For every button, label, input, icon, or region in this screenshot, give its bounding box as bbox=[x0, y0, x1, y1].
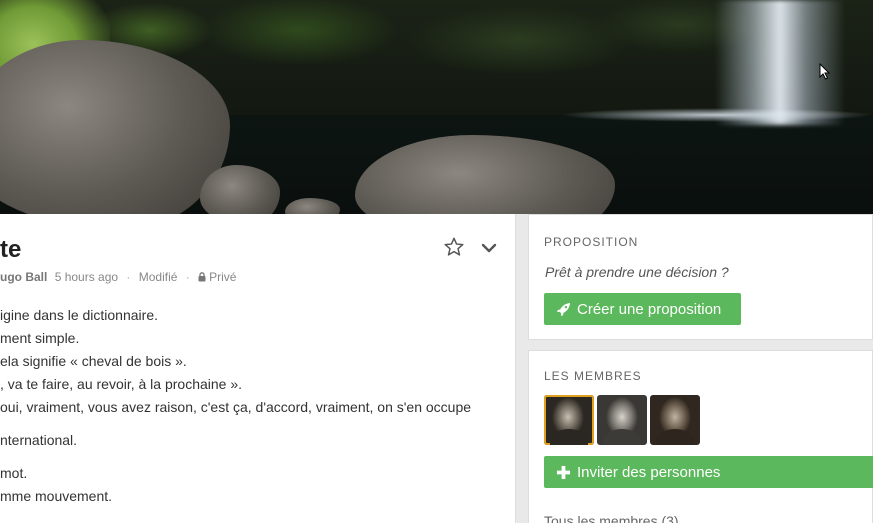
chevron-down-icon[interactable] bbox=[480, 240, 498, 256]
separator: · bbox=[126, 270, 131, 284]
discussion-card: te ugo Ball 5 hours ago · Modifié · Priv… bbox=[0, 214, 516, 523]
body-line: ment simple. bbox=[0, 330, 80, 346]
avatar[interactable] bbox=[544, 395, 594, 445]
body-line: oui, vraiment, vous avez raison, c'est ç… bbox=[0, 399, 472, 415]
body-line: igine dans le dictionnaire. bbox=[0, 307, 158, 323]
body-line: mme mouvement. bbox=[0, 488, 113, 504]
plus-icon bbox=[556, 465, 571, 479]
proposal-heading: PROPOSITION bbox=[544, 235, 639, 249]
timestamp: 5 hours ago bbox=[54, 270, 119, 284]
create-proposal-label: Créer une proposition bbox=[577, 300, 722, 318]
discussion-body: igine dans le dictionnaire. ment simple.… bbox=[0, 304, 510, 508]
all-members-link[interactable]: Tous les membres (3) bbox=[544, 513, 679, 523]
discussion-meta: ugo Ball 5 hours ago · Modifié · Privé bbox=[0, 270, 236, 284]
body-line: mot. bbox=[0, 465, 28, 481]
proposal-panel: PROPOSITION Prêt à prendre une décision … bbox=[528, 214, 873, 340]
mouse-cursor-icon bbox=[819, 63, 831, 80]
edited-link[interactable]: Modifié bbox=[139, 270, 178, 284]
discussion-title: te bbox=[0, 236, 22, 263]
separator: · bbox=[185, 270, 190, 284]
sidebar: PROPOSITION Prêt à prendre une décision … bbox=[528, 214, 873, 523]
star-icon[interactable] bbox=[443, 236, 465, 258]
avatar[interactable] bbox=[650, 395, 700, 445]
mist bbox=[560, 108, 873, 122]
member-avatars bbox=[544, 395, 700, 445]
create-proposal-button[interactable]: Créer une proposition bbox=[544, 293, 741, 325]
privacy-label: Privé bbox=[209, 270, 237, 284]
body-line: , va te faire, au revoir, à la prochaine… bbox=[0, 376, 243, 392]
cover-image bbox=[0, 0, 873, 214]
author-link[interactable]: ugo Ball bbox=[0, 270, 47, 284]
proposal-prompt: Prêt à prendre une décision ? bbox=[545, 264, 729, 280]
body-line: nternational. bbox=[0, 432, 78, 448]
invite-people-label: Inviter des personnes bbox=[577, 463, 721, 481]
body-line: ela signifie « cheval de bois ». bbox=[0, 353, 187, 369]
members-heading: LES MEMBRES bbox=[544, 369, 642, 383]
invite-people-button[interactable]: Inviter des personnes bbox=[544, 456, 873, 488]
avatar[interactable] bbox=[597, 395, 647, 445]
members-panel: LES MEMBRES Inviter des personnes Tous l… bbox=[528, 350, 873, 523]
rocket-icon bbox=[556, 302, 571, 316]
lock-icon bbox=[198, 272, 206, 282]
